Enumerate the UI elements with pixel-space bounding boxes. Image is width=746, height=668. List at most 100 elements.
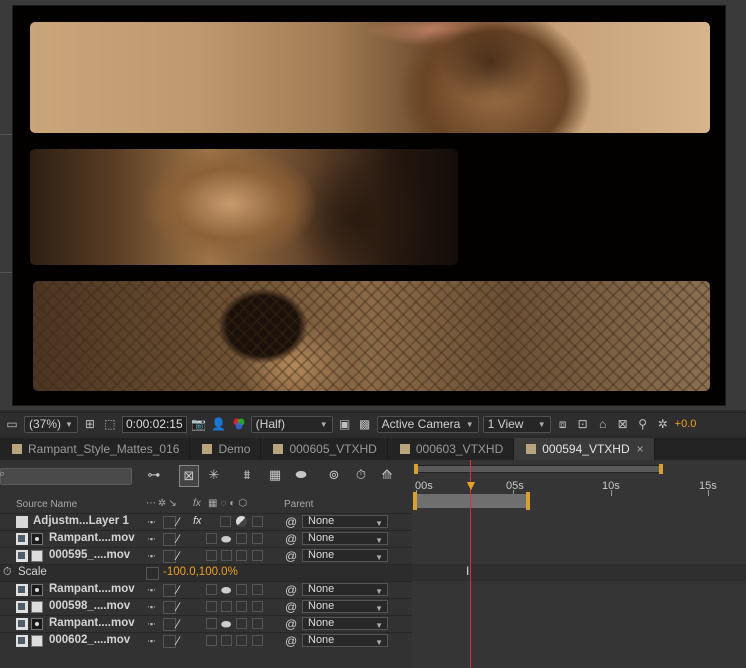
collapse-switch[interactable]	[163, 584, 176, 597]
tab-000603[interactable]: 000603_VTXHD	[388, 438, 515, 460]
3d-layer-switch[interactable]	[252, 516, 263, 527]
shy-switch-icon[interactable]: ⋅▪⋅	[147, 534, 156, 545]
shy-switch-icon[interactable]: ⋅▪⋅	[147, 602, 156, 613]
parent-header[interactable]: Parent	[284, 499, 313, 510]
layer-row[interactable]: Adjustm...Layer 1 ⋅▪⋅ ⁄ fx @ None ▼	[0, 513, 412, 531]
flowchart-tree-icon[interactable]: ⚲	[635, 416, 651, 432]
3d-layer-switch[interactable]	[252, 584, 263, 595]
quality-switch-icon[interactable]: ⁄	[177, 515, 179, 529]
camera-snapshot-icon[interactable]: 📷	[191, 416, 207, 432]
motion-blur-icon[interactable]: ▦	[266, 465, 284, 485]
effect-switch[interactable]	[206, 635, 217, 646]
adjustment-switch[interactable]	[236, 550, 247, 561]
adjustment-switch[interactable]	[236, 533, 247, 544]
effect-switch-icon[interactable]: fx	[193, 515, 202, 527]
view-layout-dropdown[interactable]: 1 View ▼	[482, 415, 551, 433]
scale-value[interactable]: -100.0,100.0%	[163, 566, 238, 578]
layer-row[interactable]: Rampant....mov ⋅▪⋅ ⁄ ⬬ @ None ▼	[0, 530, 412, 548]
scale-property-row[interactable]: ⏱ Scale -100.0,100.0%	[0, 564, 412, 582]
pick-whip-icon[interactable]: @	[285, 583, 297, 597]
layer-row[interactable]: 000598_....mov ⋅▪⋅ ⁄ @ None ▼	[0, 598, 412, 616]
hide-shy-layers-icon[interactable]: ✳	[205, 465, 223, 485]
toggle-pixel-aspect-icon[interactable]: ⧈	[555, 416, 571, 432]
shy-switch-icon[interactable]: ⋅▪⋅	[147, 551, 156, 562]
pick-whip-icon[interactable]: @	[285, 549, 297, 563]
parent-dropdown[interactable]: None ▼	[302, 549, 388, 562]
motion-blur-switch[interactable]	[221, 550, 232, 561]
collapse-switch[interactable]	[163, 533, 176, 546]
pick-whip-icon[interactable]: @	[285, 634, 297, 648]
parent-dropdown[interactable]: None ▼	[302, 532, 388, 545]
draft-3d-icon[interactable]: ⊠	[179, 465, 199, 487]
3d-layer-switch[interactable]	[252, 635, 263, 646]
3d-layer-switch[interactable]	[252, 533, 263, 544]
tab-000594[interactable]: 000594_VTXHD ×	[514, 438, 655, 460]
link-scale-switch[interactable]	[146, 567, 159, 580]
work-area-end-handle[interactable]	[526, 492, 530, 510]
tab-demo[interactable]: Demo	[190, 438, 262, 460]
parent-dropdown[interactable]: None ▼	[302, 634, 388, 647]
adjustment-switch[interactable]	[236, 635, 247, 646]
motion-blur-switch[interactable]	[221, 635, 232, 646]
always-preview-icon[interactable]: ▭	[4, 416, 20, 432]
layer-row[interactable]: 000602_....mov ⋅▪⋅ ⁄ @ None ▼	[0, 632, 412, 650]
time-graph[interactable]: 00s 05s 10s 15s I ▼	[412, 460, 746, 668]
layer-row[interactable]: Rampant....mov ⋅▪⋅ ⁄ ⬬ @ None ▼	[0, 615, 412, 633]
work-area-start-handle[interactable]	[413, 492, 417, 510]
parent-dropdown[interactable]: None ▼	[302, 617, 388, 630]
collapse-switch[interactable]	[163, 635, 176, 648]
shy-switch-icon[interactable]: ⋅▪⋅	[147, 636, 156, 647]
motion-blur-switch[interactable]	[221, 601, 232, 612]
comp-flowchart-icon[interactable]: ⊠	[615, 416, 631, 432]
composition-viewer[interactable]	[0, 0, 746, 410]
shy-switch-icon[interactable]: ⋅▪⋅	[147, 585, 156, 596]
adjustment-switch[interactable]	[236, 584, 247, 595]
resolution-dropdown[interactable]: (Half) ▼	[250, 415, 333, 433]
adjustment-switch[interactable]	[236, 618, 247, 629]
current-time-display[interactable]: 0:00:02:15	[121, 415, 187, 433]
collapse-switch[interactable]	[163, 601, 176, 614]
adjustment-switch-icon[interactable]	[236, 516, 247, 527]
pick-whip-icon[interactable]: @	[285, 617, 297, 631]
quality-switch-icon[interactable]: ⁄	[177, 600, 179, 614]
layer-row[interactable]: 000595_....mov ⋅▪⋅ ⁄ @ None ▼	[0, 547, 412, 565]
collapse-switch[interactable]	[163, 516, 176, 529]
3d-layer-switch[interactable]	[252, 601, 263, 612]
show-snapshot-icon[interactable]: 👤	[211, 416, 227, 432]
comp-mini-flowchart-icon[interactable]: ⊶	[145, 465, 163, 485]
layer-name[interactable]: Adjustm...Layer 1	[33, 515, 129, 527]
time-navigator[interactable]	[414, 464, 663, 474]
timeline-link-icon[interactable]: ⌂	[595, 416, 611, 432]
effect-switch[interactable]	[206, 533, 217, 544]
effect-switch[interactable]	[206, 618, 217, 629]
tab-000605[interactable]: 000605_VTXHD	[261, 438, 388, 460]
channel-rgb-icon[interactable]	[231, 416, 247, 432]
motion-blur-switch-icon[interactable]: ⬬	[221, 583, 231, 598]
tab-rampant-style-mattes[interactable]: Rampant_Style_Mattes_016	[0, 438, 191, 460]
pick-whip-icon[interactable]: @	[285, 515, 297, 529]
grid-guides-icon[interactable]: ⊞	[82, 416, 98, 432]
exposure-value[interactable]: +0.0	[675, 418, 697, 430]
reset-exposure-icon[interactable]: ✲	[655, 416, 671, 432]
current-time-indicator[interactable]: ▼	[464, 460, 478, 668]
quality-switch-icon[interactable]: ⁄	[177, 634, 179, 648]
adjustment-switch[interactable]	[236, 601, 247, 612]
transparency-grid-icon[interactable]: ▩	[357, 416, 373, 432]
brainstorm-icon[interactable]: ⊚	[325, 465, 343, 485]
pick-whip-icon[interactable]: @	[285, 532, 297, 546]
camera-dropdown[interactable]: Active Camera ▼	[376, 415, 479, 433]
effect-switch[interactable]	[206, 584, 217, 595]
magnification-dropdown[interactable]: (37%) ▼	[24, 415, 78, 433]
playhead-icon[interactable]: ▼	[464, 478, 478, 492]
source-name-header[interactable]: Source Name	[16, 499, 77, 510]
parent-dropdown[interactable]: None ▼	[302, 600, 388, 613]
3d-layer-switch[interactable]	[252, 550, 263, 561]
quality-switch-icon[interactable]: ⁄	[177, 549, 179, 563]
time-ruler[interactable]: 00s 05s 10s 15s	[412, 460, 746, 516]
pick-whip-icon[interactable]: @	[285, 600, 297, 614]
parent-dropdown[interactable]: None ▼	[302, 583, 388, 596]
work-area-bar[interactable]	[413, 492, 530, 510]
layer-name[interactable]: 000598_....mov	[49, 600, 130, 612]
render-preview-icon[interactable]: ⊡	[575, 416, 591, 432]
3d-layer-switch[interactable]	[252, 618, 263, 629]
